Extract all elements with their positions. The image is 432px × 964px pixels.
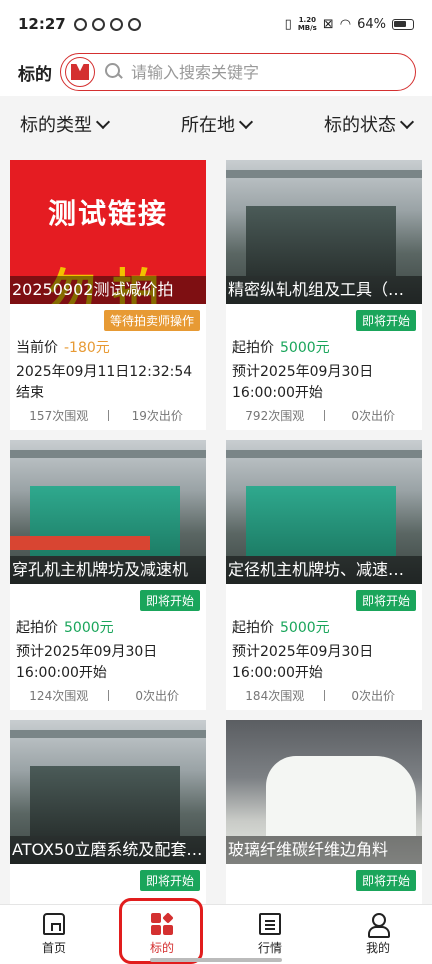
status-badge: 即将开始 (355, 869, 416, 891)
price-row: 当前价 -180元 (10, 336, 206, 358)
time-text: 预计2025年09月30日16:00:00开始 (16, 644, 158, 681)
battery-icon (392, 18, 414, 30)
views-count: 184次围观 (245, 688, 305, 703)
card-image: 精密纵轧机组及工具（… (226, 160, 422, 304)
card-image: ATOX50立磨系统及配套… (10, 720, 206, 864)
battery-percent: 64% (357, 16, 386, 32)
stats-row: 157次围观 19次出价 (10, 406, 206, 424)
filter-location[interactable]: 所在地 (181, 111, 254, 137)
search-label: 标的 (18, 64, 52, 85)
price-row: 起拍价 5000元 (226, 336, 422, 358)
views-count: 792次围观 (245, 408, 305, 423)
bottom-nav: 首页 标的 行情 我的 (0, 904, 432, 964)
auction-card[interactable]: 测试链接 勿拍 20250902测试减价拍 等待拍卖师操作 当前价 -180元 … (10, 160, 206, 430)
card-image: 测试链接 勿拍 20250902测试减价拍 (10, 160, 206, 304)
status-app-icons (73, 17, 141, 31)
time-text: 预计2025年09月30日16:00:00开始 (232, 364, 374, 401)
app-notification-icon (127, 17, 141, 31)
nav-home[interactable]: 首页 (0, 905, 108, 964)
card-title: 穿孔机主机牌坊及减速机 (10, 556, 206, 584)
filter-row: 标的类型 所在地 标的状态 (0, 96, 432, 152)
net-speed: 1.20 MB/s (297, 16, 317, 32)
tiktok-icon (109, 17, 123, 31)
no-sim-icon: ⊠ (322, 16, 334, 32)
bids-count: 0次出价 (135, 688, 180, 703)
status-badge: 即将开始 (139, 869, 200, 891)
price-value: -180元 (64, 340, 110, 356)
home-icon (43, 913, 65, 935)
card-image: 定径机主机牌坊、减速… (226, 440, 422, 584)
search-icon (105, 63, 123, 81)
price-row: 起拍价 5000元 (226, 616, 422, 638)
active-tab-highlight (119, 898, 203, 964)
price-value: 5000元 (280, 620, 330, 636)
card-title: ATOX50立磨系统及配套… (10, 836, 206, 864)
card-title: 玻璃纤维碳纤维边角料 (226, 836, 422, 864)
nav-mine[interactable]: 我的 (324, 905, 432, 964)
search-input[interactable] (131, 62, 391, 82)
chevron-down-icon (95, 114, 111, 129)
bids-count: 19次出价 (131, 408, 183, 423)
bids-count: 0次出价 (351, 408, 396, 423)
user-icon (367, 913, 390, 938)
stats-row: 184次围观 0次出价 (226, 686, 422, 704)
auction-card[interactable]: 玻璃纤维碳纤维边角料 即将开始 (226, 720, 422, 904)
stats-row: 792次围观 0次出价 (226, 406, 422, 424)
views-count: 124次围观 (29, 688, 89, 703)
views-count: 157次围观 (29, 408, 89, 423)
home-indicator (150, 958, 282, 962)
bids-count: 0次出价 (351, 688, 396, 703)
price-value: 5000元 (280, 340, 330, 356)
auction-card[interactable]: 定径机主机牌坊、减速… 即将开始 起拍价 5000元 预计2025年09月30日… (226, 440, 422, 710)
search-box[interactable] (60, 53, 416, 91)
brand-logo-icon (65, 57, 95, 87)
news-icon (259, 913, 281, 935)
card-image: 玻璃纤维碳纤维边角料 (226, 720, 422, 864)
wifi-icon: ◠ (339, 16, 352, 32)
filter-type[interactable]: 标的类型 (20, 111, 111, 137)
auction-card[interactable]: 穿孔机主机牌坊及减速机 即将开始 起拍价 5000元 预计2025年09月30日… (10, 440, 206, 710)
stats-row: 124次围观 0次出价 (10, 686, 206, 704)
card-title: 精密纵轧机组及工具（… (226, 276, 422, 304)
time-text: 2025年09月11日12:32:54结束 (16, 364, 193, 401)
time-text: 预计2025年09月30日16:00:00开始 (232, 644, 374, 681)
card-image: 穿孔机主机牌坊及减速机 (10, 440, 206, 584)
app-notification-icon (73, 17, 87, 31)
vibrate-icon: ▯ (284, 16, 292, 32)
status-badge: 等待拍卖师操作 (103, 309, 200, 331)
status-right: ▯ 1.20 MB/s ⊠ ◠ 64% (285, 16, 414, 32)
card-title: 20250902测试减价拍 (10, 276, 206, 304)
auction-card[interactable]: ATOX50立磨系统及配套… 即将开始 (10, 720, 206, 904)
chevron-down-icon (238, 114, 254, 129)
status-time: 12:27 (18, 15, 66, 33)
status-badge: 即将开始 (355, 309, 416, 331)
price-row: 起拍价 5000元 (10, 616, 206, 638)
search-row: 标的 (0, 48, 432, 96)
status-badge: 即将开始 (139, 589, 200, 611)
status-bar: 12:27 ▯ 1.20 MB/s ⊠ ◠ 64% (0, 0, 432, 48)
chevron-down-icon (399, 114, 415, 129)
auction-card[interactable]: 精密纵轧机组及工具（… 即将开始 起拍价 5000元 预计2025年09月30日… (226, 160, 422, 430)
nav-market[interactable]: 行情 (216, 905, 324, 964)
card-title: 定径机主机牌坊、减速… (226, 556, 422, 584)
price-value: 5000元 (64, 620, 114, 636)
filter-status[interactable]: 标的状态 (324, 111, 415, 137)
status-badge: 即将开始 (355, 589, 416, 611)
weibo-icon (91, 17, 105, 31)
